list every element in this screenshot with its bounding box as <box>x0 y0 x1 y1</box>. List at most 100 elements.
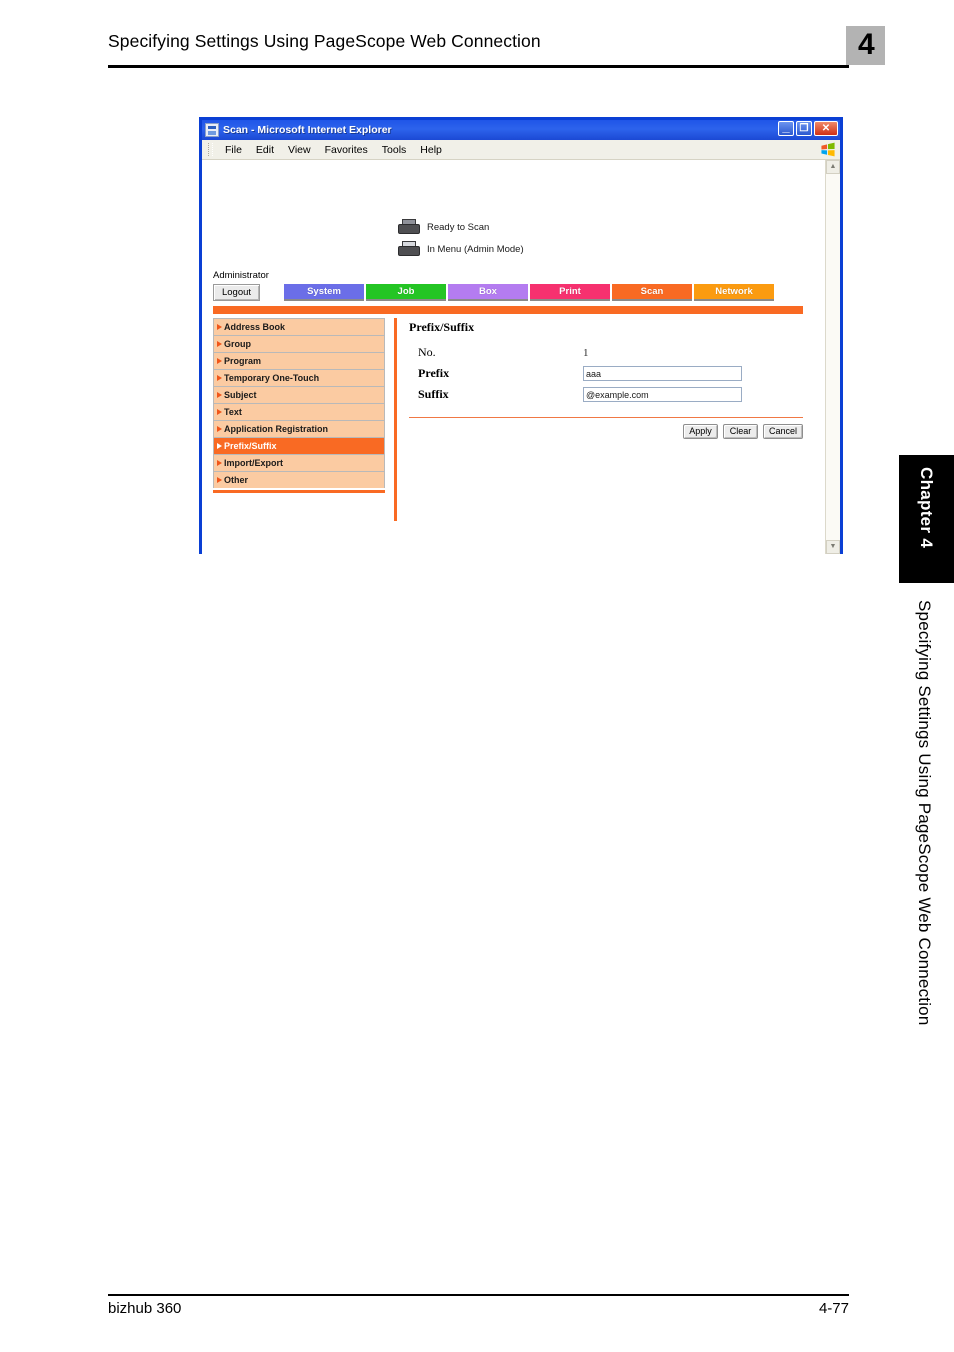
footer-page-number: 4-77 <box>818 1300 849 1317</box>
printer-icon <box>398 218 420 236</box>
accent-band <box>213 306 803 314</box>
browser-window: Scan - Microsoft Internet Explorer _ ❐ ✕… <box>199 117 843 554</box>
menu-edit[interactable]: Edit <box>249 143 281 157</box>
administrator-label: Administrator <box>213 270 269 281</box>
minimize-icon: _ <box>782 119 790 134</box>
menubar-grip[interactable] <box>208 143 213 156</box>
tab-print[interactable]: Print <box>530 284 610 301</box>
sidebar-item-label: Prefix/Suffix <box>224 441 277 451</box>
menu-tools[interactable]: Tools <box>375 143 414 157</box>
content-divider <box>409 417 803 418</box>
ie-page-icon <box>205 123 219 137</box>
scroll-up-icon[interactable]: ▲ <box>826 160 840 174</box>
tab-job[interactable]: Job <box>366 284 446 301</box>
tab-system[interactable]: System <box>284 284 364 301</box>
arrow-right-icon <box>217 324 222 330</box>
scanner-icon <box>398 240 420 258</box>
status-text-menu: In Menu (Admin Mode) <box>427 243 524 255</box>
sidebar-item-label: Temporary One-Touch <box>224 373 320 383</box>
arrow-right-icon <box>217 460 222 466</box>
maximize-icon: ❐ <box>799 123 809 134</box>
form-row-suffix: Suffix @example.com <box>409 384 803 405</box>
arrow-right-icon <box>217 426 222 432</box>
field-label-suffix: Suffix <box>418 387 449 401</box>
clear-button[interactable]: Clear <box>722 424 758 439</box>
page-header: Specifying Settings Using PageScope Web … <box>108 28 849 68</box>
sidebar-item-label: Address Book <box>224 322 286 332</box>
menu-favorites[interactable]: Favorites <box>318 143 375 157</box>
sidebar-item-label: Application Registration <box>224 424 329 434</box>
vertical-scrollbar[interactable]: ▲ ▼ <box>825 160 840 554</box>
suffix-input[interactable]: @example.com <box>583 387 742 402</box>
form-button-row: Apply Clear Cancel <box>409 424 803 439</box>
sidebar-item-subject[interactable]: Subject <box>213 386 385 403</box>
tab-box[interactable]: Box <box>448 284 528 301</box>
chapter-tab: Chapter 4 <box>899 455 954 583</box>
tab-network[interactable]: Network <box>694 284 774 301</box>
chapter-number: 4 <box>858 28 875 61</box>
logout-button[interactable]: Logout <box>213 284 260 301</box>
cancel-button[interactable]: Cancel <box>762 424 803 439</box>
menu-help[interactable]: Help <box>413 143 449 157</box>
sidebar-item-import-export[interactable]: Import/Export <box>213 454 385 471</box>
menu-file[interactable]: File <box>218 143 249 157</box>
footer-divider <box>108 1294 849 1296</box>
status-text-ready: Ready to Scan <box>427 221 490 233</box>
sidebar-item-label: Import/Export <box>224 458 284 468</box>
sidebar-item-group[interactable]: Group <box>213 335 385 352</box>
sidebar-item-label: Subject <box>224 390 257 400</box>
sidebar-item-program[interactable]: Program <box>213 352 385 369</box>
sidebar-item-text[interactable]: Text <box>213 403 385 420</box>
sidebar-menu: Address Book Group Program Temporary One… <box>213 318 385 521</box>
tab-scan[interactable]: Scan <box>612 284 692 301</box>
arrow-right-icon <box>217 392 222 398</box>
page-body: Address Book Group Program Temporary One… <box>213 318 803 521</box>
windows-flag-icon <box>821 142 835 157</box>
scroll-down-icon[interactable]: ▼ <box>826 540 840 554</box>
browser-viewport: Ready to Scan In Menu (Admin Mode) Admin… <box>202 160 840 554</box>
prefix-input[interactable]: aaa <box>583 366 742 381</box>
arrow-right-icon <box>217 477 222 483</box>
window-title: Scan - Microsoft Internet Explorer <box>223 124 392 136</box>
sidebar-item-label: Group <box>224 339 251 349</box>
browser-menubar: File Edit View Favorites Tools Help <box>202 140 840 160</box>
arrow-right-icon <box>217 358 222 364</box>
nav-tabs: System Job Box Print Scan Network <box>284 284 774 301</box>
status-row-ready: Ready to Scan <box>398 216 524 238</box>
arrow-right-icon <box>217 409 222 415</box>
close-button[interactable]: ✕ <box>814 121 838 136</box>
header-divider <box>108 65 849 68</box>
browser-titlebar: Scan - Microsoft Internet Explorer _ ❐ ✕ <box>202 120 840 140</box>
sidebar-item-address-book[interactable]: Address Book <box>213 318 385 335</box>
sidebar-item-label: Text <box>224 407 242 417</box>
sidebar-item-prefix-suffix[interactable]: Prefix/Suffix <box>213 437 385 454</box>
sidebar-item-application-registration[interactable]: Application Registration <box>213 420 385 437</box>
navigation-row: Logout System Job Box Print Scan Network <box>213 284 803 301</box>
sidebar-item-label: Program <box>224 356 262 366</box>
status-row-menu: In Menu (Admin Mode) <box>398 238 524 260</box>
chapter-tab-label: Chapter 4 <box>917 467 936 549</box>
form-row-prefix: Prefix aaa <box>409 363 803 384</box>
arrow-right-icon <box>217 375 222 381</box>
sidebar-item-temporary-one-touch[interactable]: Temporary One-Touch <box>213 369 385 386</box>
page-title: Specifying Settings Using PageScope Web … <box>108 31 541 51</box>
content-title: Prefix/Suffix <box>409 320 475 334</box>
footer-product-name: bizhub 360 <box>108 1300 182 1317</box>
sidebar-item-other[interactable]: Other <box>213 471 385 488</box>
arrow-right-icon <box>217 341 222 347</box>
sidebar-bottom-rule <box>213 490 385 493</box>
apply-button[interactable]: Apply <box>682 424 718 439</box>
maximize-button[interactable]: ❐ <box>796 121 812 136</box>
close-icon: ✕ <box>821 123 831 134</box>
arrow-right-icon <box>217 443 222 449</box>
window-controls: _ ❐ ✕ <box>778 119 838 136</box>
field-label-no: No. <box>418 345 436 359</box>
form-row-no: No. 1 <box>409 342 803 363</box>
minimize-button[interactable]: _ <box>778 119 794 136</box>
device-status-block: Ready to Scan In Menu (Admin Mode) <box>398 216 524 260</box>
content-pane: Prefix/Suffix No. 1 Prefix aaa Suffix @e… <box>409 318 803 521</box>
side-running-head: Specifying Settings Using PageScope Web … <box>915 600 934 1026</box>
menu-view[interactable]: View <box>281 143 318 157</box>
field-label-prefix: Prefix <box>418 366 450 380</box>
field-value-no: 1 <box>583 346 589 359</box>
